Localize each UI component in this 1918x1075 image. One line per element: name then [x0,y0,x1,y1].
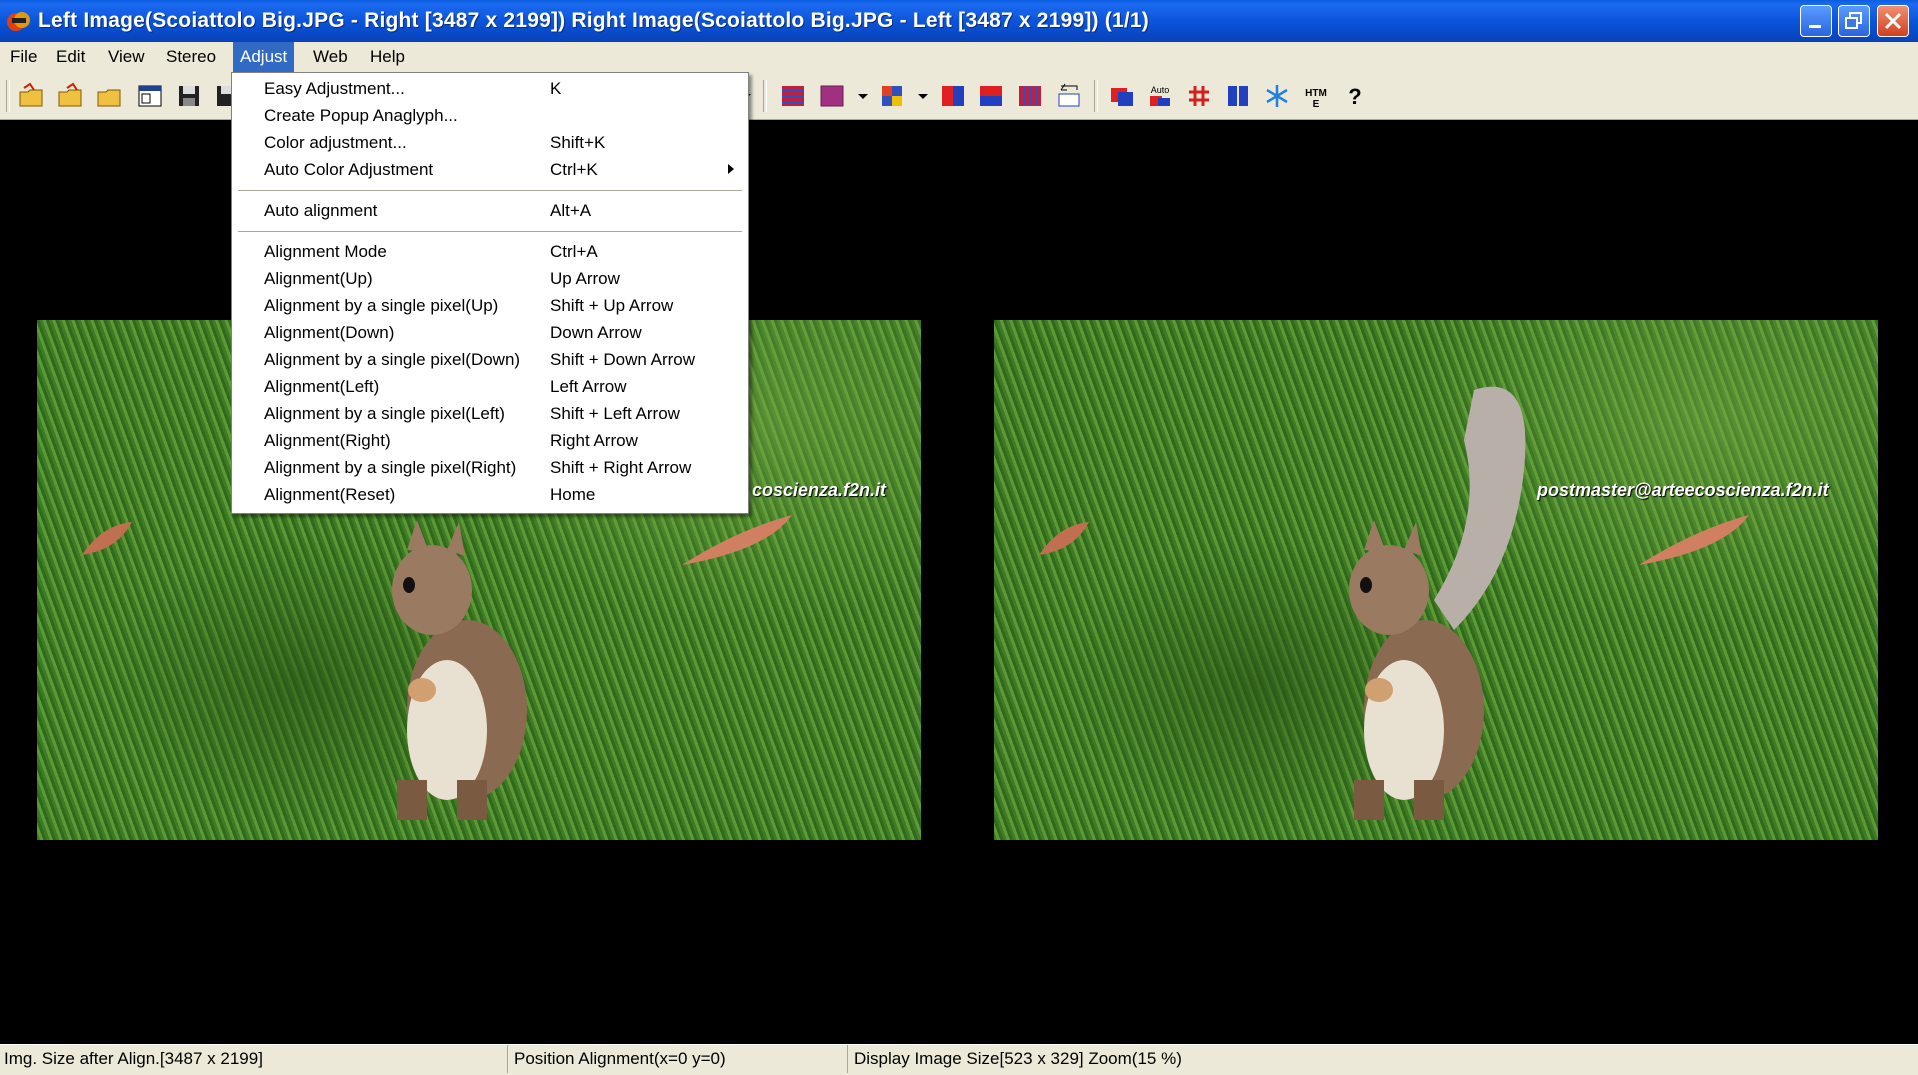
menu-view[interactable]: View [101,42,152,72]
menu-help[interactable]: Help [363,42,412,72]
menu-item-alignment-mode[interactable]: Alignment Mode Ctrl+A [232,238,748,265]
adjust-menu: Easy Adjustment... K Create Popup Anagly… [231,72,749,514]
menu-item-alignment-pixel-left[interactable]: Alignment by a single pixel(Left) Shift … [232,400,748,427]
menu-item-alignment-right[interactable]: Alignment(Right) Right Arrow [232,427,748,454]
open-folder-icon[interactable] [96,82,124,110]
menu-item-alignment-up[interactable]: Alignment(Up) Up Arrow [232,265,748,292]
window-layout-icon[interactable] [136,82,164,110]
menu-web[interactable]: Web [306,42,355,72]
status-position-alignment: Position Alignment(x=0 y=0) [510,1045,848,1073]
grid-icon[interactable] [1185,82,1213,110]
help-label: ? [1348,84,1361,109]
htm-label: HTM [1305,88,1327,99]
close-button[interactable] [1877,5,1909,37]
bark-left [682,515,792,565]
side-by-side-icon[interactable] [939,82,967,110]
menu-item-alignment-down[interactable]: Alignment(Down) Down Arrow [232,319,748,346]
menu-bar: File Edit View Stereo Adjust Web Help [0,42,1918,72]
open-right-icon[interactable] [57,82,85,110]
open-left-icon[interactable] [18,82,46,110]
menu-item-auto-color-adjustment[interactable]: Auto Color Adjustment Ctrl+K [232,156,748,183]
restore-button[interactable] [1838,5,1870,37]
snowflake-icon[interactable] [1263,82,1291,110]
app-icon[interactable] [4,6,34,36]
menu-edit[interactable]: Edit [49,42,92,72]
menu-adjust[interactable]: Adjust [233,42,295,72]
mosaic-dropdown-arrow[interactable] [918,94,928,99]
menu-item-create-popup-anaglyph[interactable]: Create Popup Anaglyph... [232,102,748,129]
auto-anaglyph-icon[interactable]: Auto [1146,82,1174,110]
menu-item-alignment-pixel-up[interactable]: Alignment by a single pixel(Up) Shift + … [232,292,748,319]
right-image[interactable]: postmaster@arteecoscienza.f2n.it [994,320,1878,840]
toolbar-separator [1094,80,1098,112]
menu-separator [238,231,742,232]
help-icon[interactable]: ? [1341,82,1369,110]
title-bar: Left Image(Scoiattolo Big.JPG - Right [3… [0,0,1918,42]
anaglyph-icon[interactable] [1108,82,1136,110]
leaf-left [82,522,132,555]
squirrel-left [392,520,527,820]
menu-file[interactable]: File [3,42,44,72]
html-export-icon[interactable]: HTM E [1302,82,1330,110]
bark-right [1639,515,1749,565]
toolbar-grip [6,80,10,112]
menu-item-easy-adjustment[interactable]: Easy Adjustment... K [232,75,748,102]
menu-item-auto-alignment[interactable]: Auto alignment Alt+A [232,197,748,224]
menu-item-alignment-pixel-right[interactable]: Alignment by a single pixel(Right) Shift… [232,454,748,481]
left-watermark: coscienza.f2n.it [752,480,887,500]
window-title: Left Image(Scoiattolo Big.JPG - Right [3… [38,9,1149,32]
svg-text:E: E [1313,99,1320,110]
menu-item-alignment-left[interactable]: Alignment(Left) Left Arrow [232,373,748,400]
swap-images-icon[interactable] [1055,82,1083,110]
interlace-vertical-icon[interactable] [1016,82,1044,110]
leaf-right [1039,522,1089,555]
checkerboard-dropdown-arrow[interactable] [858,94,868,99]
squirrel-right [1349,386,1526,820]
status-bar: Img. Size after Align.[3487 x 2199] Posi… [0,1044,1918,1075]
status-display-info: Display Image Size[523 x 329] Zoom(15 %) [854,1049,1182,1068]
parallel-view-icon[interactable] [1224,82,1252,110]
menu-item-alignment-reset[interactable]: Alignment(Reset) Home [232,481,748,508]
menu-separator [238,190,742,191]
status-size-after-align: Img. Size after Align.[3487 x 2199] [0,1045,508,1073]
menu-item-alignment-pixel-down[interactable]: Alignment by a single pixel(Down) Shift … [232,346,748,373]
submenu-arrow-icon [728,164,734,174]
interlace-horizontal-icon[interactable] [779,82,807,110]
menu-item-color-adjustment[interactable]: Color adjustment... Shift+K [232,129,748,156]
over-under-icon[interactable] [977,82,1005,110]
minimize-button[interactable] [1800,5,1832,37]
menu-stereo[interactable]: Stereo [159,42,223,72]
mosaic-icon[interactable] [878,82,906,110]
save-icon[interactable] [175,82,203,110]
right-watermark: postmaster@arteecoscienza.f2n.it [1537,480,1829,500]
auto-label: Auto [1151,85,1170,95]
checkerboard-icon[interactable] [818,82,846,110]
minimize-icon [1809,25,1821,28]
close-icon [1884,12,1902,30]
toolbar-separator [763,80,767,112]
restore-icon [1845,12,1862,29]
